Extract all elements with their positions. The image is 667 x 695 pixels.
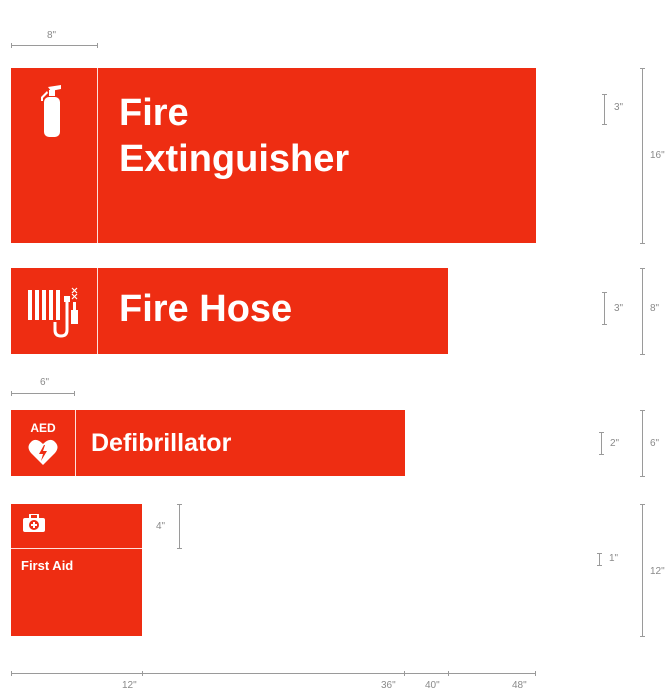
sign-height-line [642, 410, 643, 476]
letter-height-line [601, 432, 602, 454]
letter-height-line [599, 553, 600, 565]
dimension-cap [602, 292, 607, 293]
dimension-cap [74, 391, 75, 396]
ruler-tick [448, 671, 449, 676]
ruler-label: 48" [512, 680, 527, 691]
sign-divider [97, 68, 98, 243]
ruler-tick [404, 671, 405, 676]
letter-height-label: 3" [614, 303, 624, 314]
panel-height-line [179, 504, 180, 548]
sign-first-aid: First Aid [11, 504, 142, 636]
dimension-line-6in [11, 393, 75, 394]
letter-height-label: 3" [614, 102, 624, 113]
sign-height-line [642, 68, 643, 243]
ruler-label: 40" [425, 680, 440, 691]
sign-height-label: 12" [650, 566, 665, 577]
dimension-cap [640, 410, 645, 411]
dimension-cap [640, 636, 645, 637]
sign-fire-extinguisher: Fire Extinguisher [11, 68, 536, 243]
dimension-cap [599, 432, 604, 433]
sign-fire-hose: Fire Hose [11, 268, 448, 354]
dimension-cap [11, 391, 12, 396]
sign-title: First Aid [21, 558, 74, 573]
ruler-tick [535, 671, 536, 676]
letter-height-label: 2" [610, 438, 620, 449]
dimension-cap [177, 504, 182, 505]
dimension-cap [177, 548, 182, 549]
sign-title-line1: Fire [119, 92, 189, 134]
sign-height-line [642, 268, 643, 354]
ruler-tick [142, 671, 143, 676]
dimension-cap [640, 268, 645, 269]
aed-heart-icon [28, 438, 58, 466]
dimension-cap [11, 43, 12, 48]
dimension-line-8in [11, 45, 98, 46]
dimension-cap [640, 243, 645, 244]
letter-height-label: 1" [609, 553, 619, 564]
dimension-cap [597, 565, 602, 566]
dimension-cap [640, 476, 645, 477]
sign-divider [75, 410, 76, 476]
dimension-cap [640, 68, 645, 69]
letter-height-line [604, 94, 605, 124]
dimension-cap [599, 454, 604, 455]
panel-height-label: 4" [156, 521, 166, 532]
sign-height-line [642, 504, 643, 636]
dimension-cap [640, 354, 645, 355]
ruler-label: 36" [381, 680, 396, 691]
dimension-label-8in: 8" [47, 30, 57, 41]
dimension-label-6in: 6" [40, 377, 50, 388]
sign-divider [97, 268, 98, 354]
ruler-label: 12" [122, 680, 137, 691]
sign-divider [11, 548, 142, 549]
fire-hose-icon [27, 286, 85, 338]
sign-title: Defibrillator [91, 429, 232, 457]
dimension-cap [602, 94, 607, 95]
sign-height-label: 8" [650, 303, 660, 314]
dimension-cap [602, 124, 607, 125]
sign-height-label: 16" [650, 150, 665, 161]
fire-extinguisher-icon [39, 83, 69, 139]
aed-label: AED [30, 421, 56, 435]
sign-title-line2: Extinguisher [119, 138, 350, 180]
sign-title: Fire Hose [119, 288, 293, 330]
ruler-tick [11, 671, 12, 676]
sign-defibrillator: AED Defibrillator [11, 410, 405, 476]
dimension-cap [640, 504, 645, 505]
letter-height-line [604, 292, 605, 324]
dimension-cap [97, 43, 98, 48]
sign-height-label: 6" [650, 438, 660, 449]
bottom-ruler-line [11, 673, 535, 674]
dimension-cap [597, 553, 602, 554]
first-aid-kit-icon [23, 514, 45, 532]
dimension-cap [602, 324, 607, 325]
